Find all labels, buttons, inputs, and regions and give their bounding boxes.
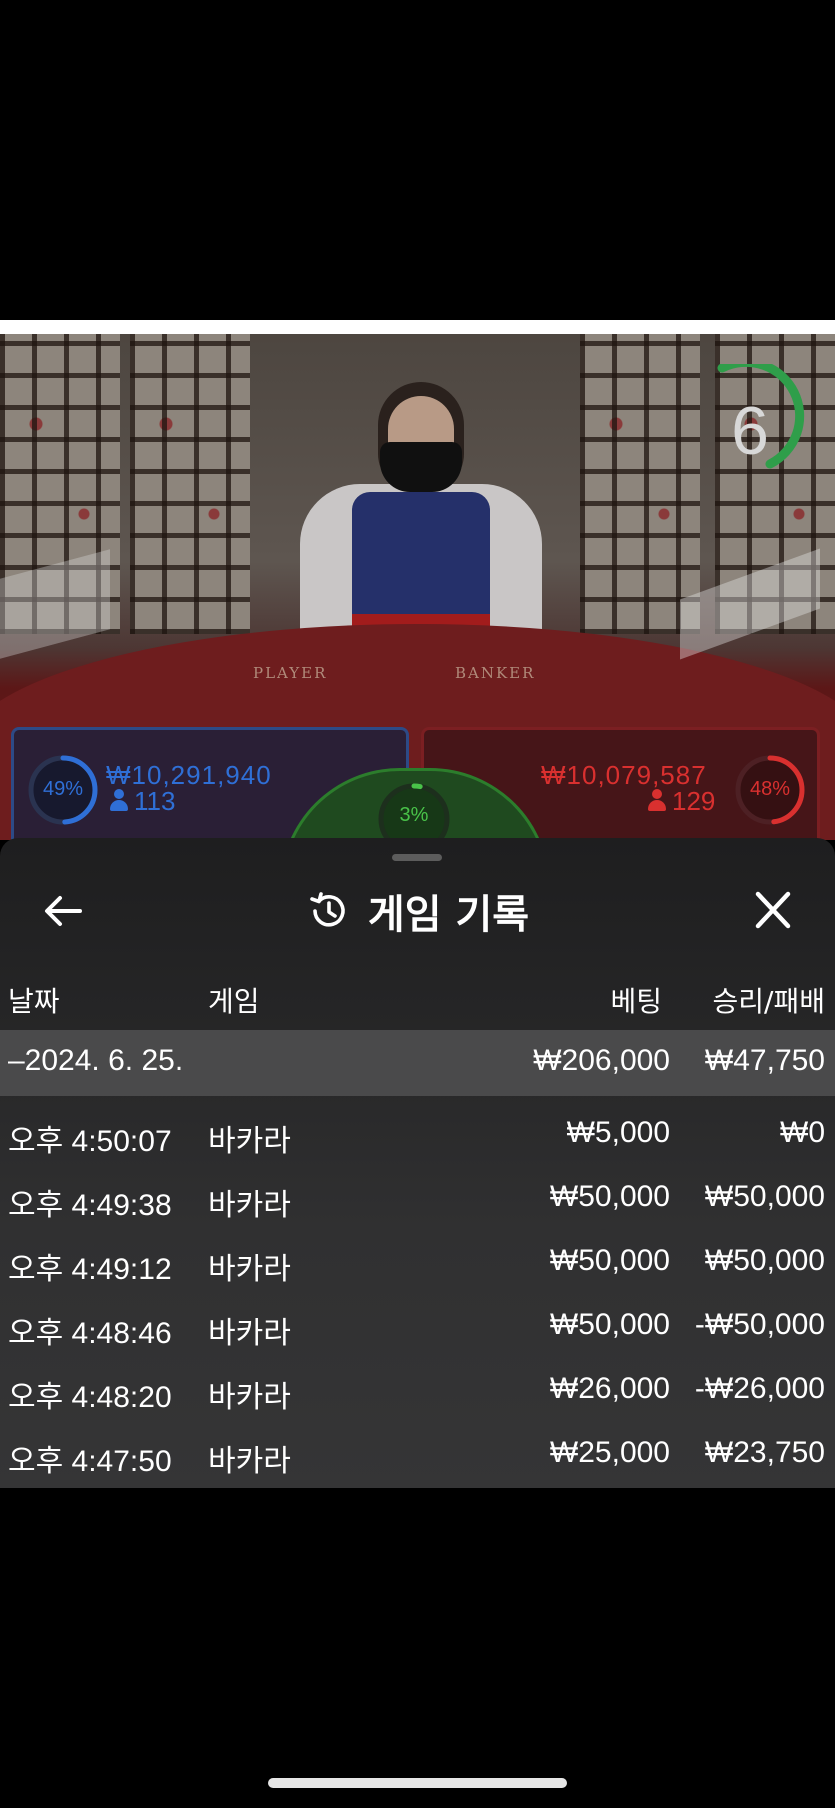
row-game: 바카라	[208, 1125, 291, 1158]
page-title: 게임 기록	[367, 892, 530, 938]
row-game: 바카라	[208, 1189, 291, 1222]
row-bet: ₩50,000	[549, 1308, 670, 1341]
bottom-letterbox	[0, 1488, 835, 1808]
row-result: ₩23,750	[704, 1436, 825, 1469]
player-percent: 49%	[42, 778, 84, 800]
row-time: 오후 4:50:07	[8, 1125, 172, 1158]
column-header-win-loss: 승리/패배	[712, 985, 825, 1018]
row-time: 오후 4:47:50	[8, 1445, 172, 1478]
row-game: 바카라	[208, 1253, 291, 1286]
dealer-mask	[380, 442, 462, 492]
row-time: 오후 4:48:20	[8, 1381, 172, 1414]
banker-bettor-count: 129	[648, 786, 715, 817]
sheet-header: 게임 기록	[0, 878, 835, 944]
table-row[interactable]: 오후 4:48:20 바카라 ₩26,000 -₩26,000	[0, 1358, 835, 1422]
sheet-drag-handle[interactable]	[392, 854, 442, 861]
home-indicator[interactable]	[268, 1778, 567, 1788]
date-group-date: –2024. 6. 25.	[8, 1044, 184, 1077]
player-bettor-count: 113	[110, 786, 175, 817]
table-row[interactable]: 오후 4:47:50 바카라 ₩25,000 ₩23,750	[0, 1422, 835, 1486]
tie-percent: 3%	[399, 804, 429, 826]
row-game: 바카라	[208, 1381, 291, 1414]
table-label-banker: BANKER	[455, 664, 536, 682]
background-screen-panel	[580, 334, 700, 634]
date-group-row[interactable]: –2024. 6. 25. ₩206,000 ₩47,750	[0, 1030, 835, 1096]
person-icon	[648, 789, 666, 811]
banker-bettor-count-value: 129	[672, 786, 716, 816]
row-result: -₩26,000	[694, 1372, 825, 1405]
table-label-player: PLAYER	[253, 664, 328, 682]
row-bet: ₩26,000	[549, 1372, 670, 1405]
table-row[interactable]: 오후 4:48:46 바카라 ₩50,000 -₩50,000	[0, 1294, 835, 1358]
top-letterbox	[0, 0, 835, 320]
row-bet: ₩5,000	[566, 1116, 670, 1149]
date-group-bet-total: ₩206,000	[533, 1044, 670, 1077]
column-header-date: 날짜	[8, 985, 60, 1018]
close-icon[interactable]	[748, 888, 798, 934]
row-time: 오후 4:49:38	[8, 1189, 172, 1222]
row-result: -₩50,000	[694, 1308, 825, 1341]
person-icon	[110, 789, 128, 811]
row-game: 바카라	[208, 1317, 291, 1350]
row-result: ₩50,000	[704, 1180, 825, 1213]
row-result: ₩0	[780, 1116, 825, 1149]
table-row[interactable]: 오후 4:49:38 바카라 ₩50,000 ₩50,000	[0, 1166, 835, 1230]
row-time: 오후 4:49:12	[8, 1253, 172, 1286]
table-row[interactable]: 오후 4:50:07 바카라 ₩5,000 ₩0	[0, 1102, 835, 1166]
background-screen-panel	[130, 334, 250, 634]
player-bettor-count-value: 113	[134, 786, 176, 816]
divider-strip	[0, 320, 835, 334]
row-result: ₩50,000	[704, 1244, 825, 1277]
row-game: 바카라	[208, 1445, 291, 1478]
row-bet: ₩50,000	[549, 1180, 670, 1213]
banker-percent: 48%	[749, 778, 791, 800]
column-header-game: 게임	[208, 985, 260, 1018]
row-bet: ₩25,000	[549, 1436, 670, 1469]
date-group-win-total: ₩47,750	[704, 1044, 825, 1077]
game-history-sheet: 게임 기록 날짜 게임 베팅 승리/패배 –2024. 6. 25. ₩206,…	[0, 838, 835, 1488]
table-row[interactable]: 오후 4:49:12 바카라 ₩50,000 ₩50,000	[0, 1230, 835, 1294]
countdown-timer-number: 6	[731, 393, 769, 469]
row-time: 오후 4:48:46	[8, 1317, 172, 1350]
column-header-bet: 베팅	[610, 985, 662, 1018]
history-icon	[310, 892, 345, 927]
row-bet: ₩50,000	[549, 1244, 670, 1277]
